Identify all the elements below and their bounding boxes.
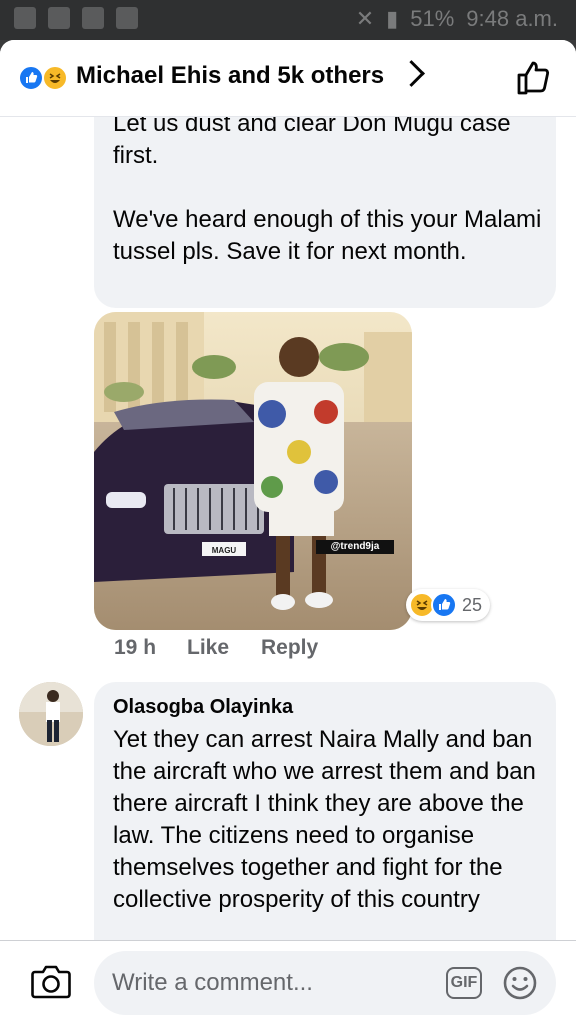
comments-sheet: Michael Ehis and 5k others Let us dust a… xyxy=(0,40,576,1024)
comment-input-pill: GIF xyxy=(94,951,556,1015)
like-reaction-icon xyxy=(18,65,44,91)
comment-bubble: Olasogba Olayinka Yet they can arrest Na… xyxy=(94,682,556,940)
like-post-button[interactable] xyxy=(514,58,554,98)
status-right: ✕ ▮ 51% 9:48 a.m. xyxy=(356,6,558,32)
comment-text: Let us dust and clear Don Mugu case firs… xyxy=(113,116,542,265)
image-watermark: @trend9ja xyxy=(316,540,394,554)
photo-illustration: MAGU xyxy=(94,312,412,630)
signal-icon: ▮ xyxy=(386,6,399,31)
thumbs-up-icon xyxy=(517,61,550,95)
avatar-photo xyxy=(19,682,83,746)
comment-author[interactable]: Olasogba Olayinka xyxy=(113,696,293,719)
camera-icon xyxy=(31,965,71,999)
avatar[interactable] xyxy=(19,682,83,746)
reply-button[interactable]: Reply xyxy=(261,636,318,660)
haha-reaction-icon xyxy=(42,65,68,91)
battery-level: 51% xyxy=(410,6,455,31)
comment-reactions[interactable]: 25 xyxy=(406,589,490,621)
plate-text: MAGU xyxy=(212,546,237,555)
like-reaction-icon xyxy=(431,592,457,618)
notification-icon xyxy=(14,7,36,29)
status-bar: ✕ ▮ 51% 9:48 a.m. xyxy=(0,0,576,40)
message-icon xyxy=(82,7,104,29)
comment-list: Let us dust and clear Don Mugu case firs… xyxy=(0,116,576,940)
gallery-icon xyxy=(48,7,70,29)
chevron-right-icon[interactable] xyxy=(398,60,425,87)
like-comment-button[interactable]: Like xyxy=(187,636,229,660)
reactions-header[interactable]: Michael Ehis and 5k others xyxy=(0,40,576,117)
mute-icon: ✕ xyxy=(355,6,375,31)
comment-composer: GIF xyxy=(0,940,576,1024)
smiley-icon xyxy=(503,966,537,1000)
comment-bubble: Let us dust and clear Don Mugu case firs… xyxy=(94,116,556,308)
reaction-count: 25 xyxy=(462,595,483,615)
camera-button[interactable] xyxy=(30,963,72,1001)
notification-icons xyxy=(14,7,138,29)
gif-button[interactable]: GIF xyxy=(446,967,482,999)
emoji-button[interactable] xyxy=(502,965,538,1001)
comment-image[interactable]: MAGU @trend9ja xyxy=(94,312,412,630)
warning-icon xyxy=(116,7,138,29)
reactions-title[interactable]: Michael Ehis and 5k others xyxy=(76,62,384,90)
comment-input[interactable] xyxy=(112,951,422,1015)
reaction-summary-icons xyxy=(18,65,72,91)
comment-time: 19 h xyxy=(114,636,157,659)
clock: 9:48 a.m. xyxy=(466,6,558,31)
comment-text: Yet they can arrest Naira Mally and ban … xyxy=(113,726,536,913)
